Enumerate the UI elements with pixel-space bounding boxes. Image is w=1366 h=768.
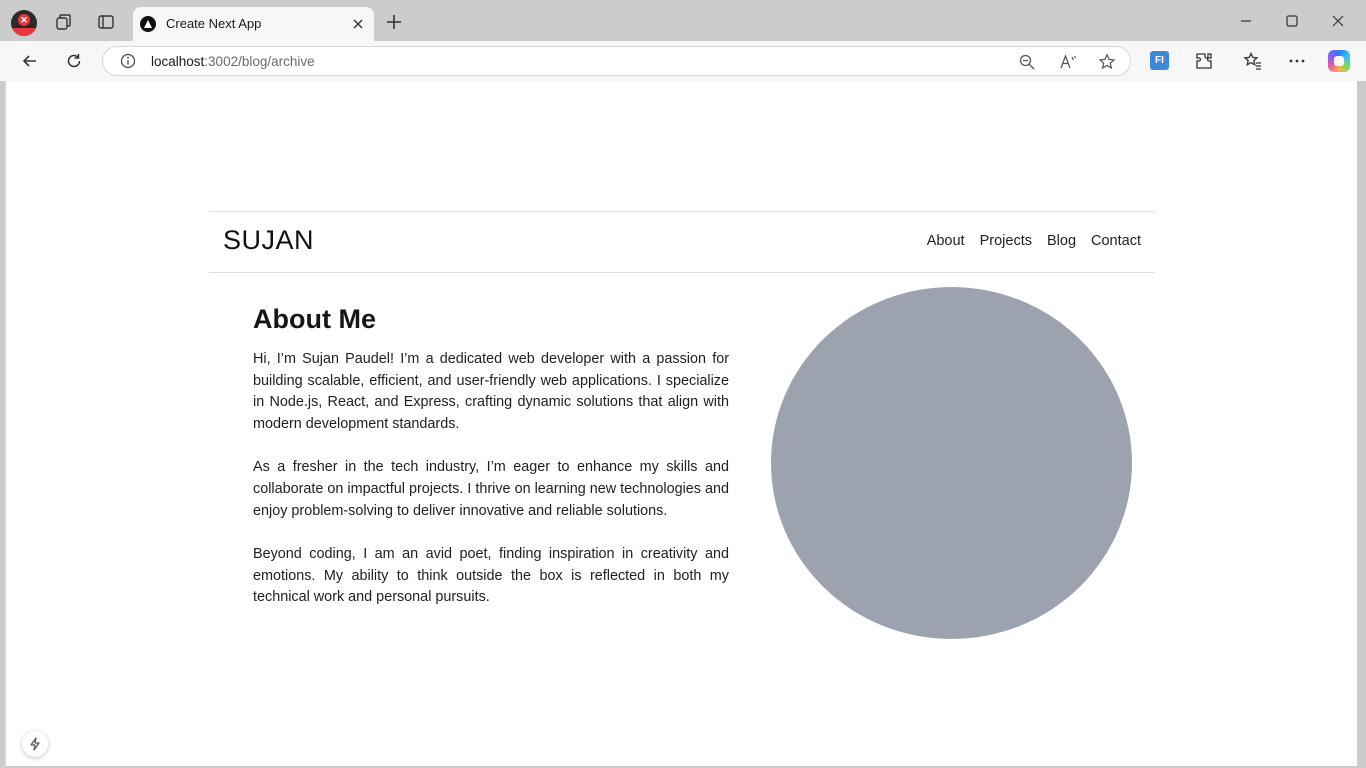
profile-image-placeholder: [771, 287, 1132, 639]
more-options-icon[interactable]: [1287, 51, 1307, 71]
maximize-icon[interactable]: [1282, 11, 1302, 31]
next-dev-tools-button[interactable]: [22, 731, 48, 757]
extension-badge-icon[interactable]: FI: [1150, 51, 1169, 70]
profile-avatar[interactable]: ✕: [11, 10, 37, 36]
new-tab-icon[interactable]: [385, 13, 403, 31]
active-tab[interactable]: Create Next App: [133, 7, 374, 41]
about-paragraph-intro: Hi, I’m Sujan Paudel! I’m a dedicated we…: [253, 351, 729, 433]
back-icon[interactable]: [20, 51, 40, 71]
site-header: SUJAN About Projects Blog Contact: [209, 211, 1155, 273]
nextjs-favicon-icon: [140, 16, 156, 32]
url-text: localhost:3002/blog/archive: [151, 54, 315, 69]
address-bar[interactable]: localhost:3002/blog/archive: [102, 46, 1131, 76]
favorites-icon[interactable]: [1243, 51, 1263, 71]
copilot-icon[interactable]: [1328, 50, 1350, 72]
extensions-icon[interactable]: [1194, 51, 1214, 71]
window-close-icon[interactable]: [1328, 11, 1348, 31]
favorite-star-icon[interactable]: [1098, 53, 1116, 71]
minimize-icon[interactable]: [1236, 11, 1256, 31]
site-brand[interactable]: SUJAN: [223, 225, 314, 256]
workspaces-icon[interactable]: [54, 12, 74, 32]
zoom-out-icon[interactable]: [1018, 53, 1036, 71]
about-heading: About Me: [253, 304, 376, 334]
site-nav: About Projects Blog Contact: [927, 233, 1141, 249]
tab-strip: ✕ Create Next App: [0, 0, 1366, 41]
close-tab-icon[interactable]: [350, 16, 366, 32]
page-viewport: SUJAN About Projects Blog Contact About …: [5, 81, 1357, 766]
lightning-icon: [30, 737, 40, 751]
nav-link-about[interactable]: About: [927, 233, 965, 249]
tab-actions-icon[interactable]: [96, 12, 116, 32]
site-info-icon[interactable]: [120, 53, 136, 69]
read-aloud-icon[interactable]: [1059, 53, 1077, 71]
nav-link-contact[interactable]: Contact: [1091, 233, 1141, 249]
browser-toolbar: localhost:3002/blog/archive FI: [0, 41, 1366, 81]
about-paragraph-career: As a fresher in the tech industry, I’m e…: [253, 459, 729, 519]
refresh-icon[interactable]: [64, 51, 84, 71]
about-paragraph-hobbies: Beyond coding, I am an avid poet, findin…: [253, 545, 729, 606]
nav-link-blog[interactable]: Blog: [1047, 233, 1076, 249]
tab-title: Create Next App: [166, 16, 262, 31]
about-section: About Me Hi, I’m Sujan Paudel! I’m a ded…: [253, 304, 729, 631]
nav-link-projects[interactable]: Projects: [980, 233, 1032, 249]
profile-error-icon: ✕: [18, 14, 30, 26]
